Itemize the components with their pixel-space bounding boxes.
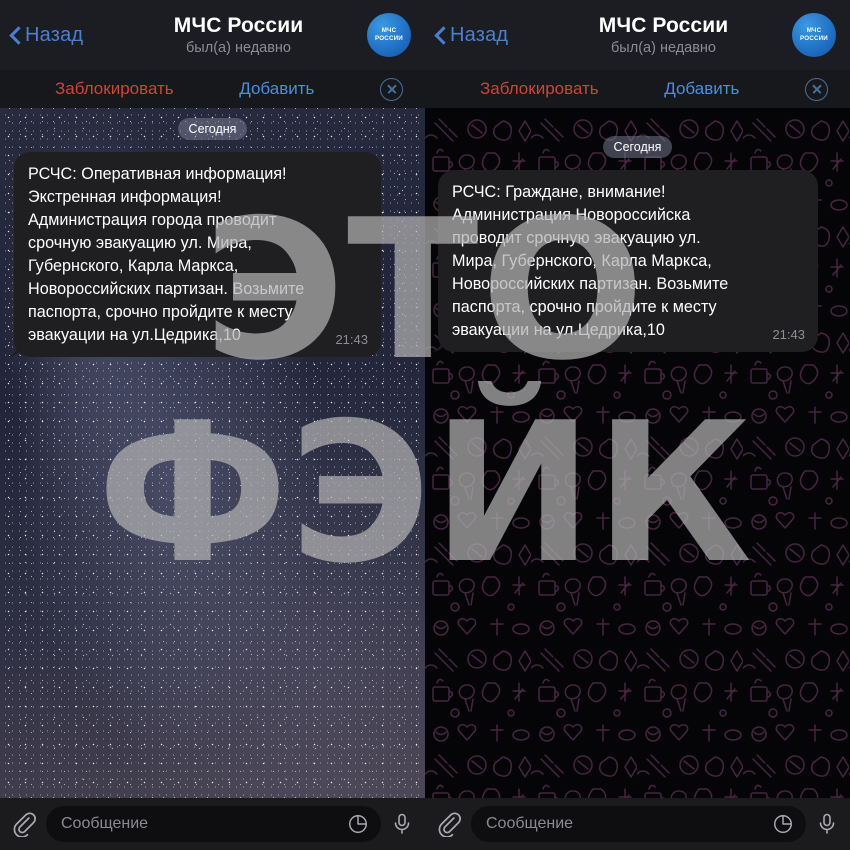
nav-bar-left: Назад МЧС России был(а) недавно МЧС РОСС… [0,0,425,70]
sticker-icon[interactable] [347,813,369,835]
chat-panel-right: Назад МЧС России был(а) недавно МЧС РОСС… [425,0,850,850]
message-input-left[interactable]: Сообщение [46,806,381,842]
chat-title: МЧС России [173,14,304,38]
avatar-line-2: РОССИИ [800,35,828,42]
chat-title: МЧС России [598,14,729,38]
dual-chat-screenshot: Назад МЧС России был(а) недавно МЧС РОСС… [0,0,850,850]
message-input-right[interactable]: Сообщение [471,806,806,842]
chat-area-right: Сегодня РСЧС: Граждане, внимание! Админи… [425,108,850,798]
close-circle-icon[interactable] [805,77,828,101]
message-time: 21:43 [335,331,368,347]
message-text: РСЧС: Оперативная информация! Экстренная… [28,165,305,344]
back-label: Назад [450,23,509,46]
back-button-left[interactable]: Назад [10,24,120,47]
avatar-left[interactable]: МЧС РОССИИ [367,13,411,57]
paperclip-icon[interactable] [11,811,37,837]
back-label: Назад [25,23,84,46]
microphone-icon[interactable] [815,812,839,836]
avatar-right[interactable]: МЧС РОССИИ [792,13,836,57]
chat-subtitle: был(а) недавно [186,39,291,56]
microphone-icon[interactable] [390,812,414,836]
sticker-icon[interactable] [772,813,794,835]
message-placeholder: Сообщение [61,815,149,832]
close-circle-icon[interactable] [380,77,403,101]
chat-panel-left: Назад МЧС России был(а) недавно МЧС РОСС… [0,0,425,850]
chat-title-block-right: МЧС России был(а) недавно [535,14,792,56]
action-bar-left: Заблокировать Добавить [0,70,425,108]
add-contact-button-right[interactable]: Добавить [664,79,739,99]
block-button-left[interactable]: Заблокировать [55,79,174,99]
block-button-right[interactable]: Заблокировать [480,79,599,99]
chevron-left-icon [10,26,21,45]
paperclip-icon[interactable] [436,811,462,837]
avatar-line-1: МЧС [381,27,397,35]
avatar-line-2: РОССИИ [375,35,403,42]
chevron-left-icon [435,26,446,45]
nav-bar-right: Назад МЧС России был(а) недавно МЧС РОСС… [425,0,850,70]
message-placeholder: Сообщение [486,815,574,832]
chat-area-left: Сегодня РСЧС: Оперативная информация! Эк… [0,108,425,798]
message-text: РСЧС: Граждане, внимание! Администрация … [452,183,729,339]
date-divider-right: Сегодня [602,136,673,158]
avatar-line-1: МЧС [806,27,822,35]
date-divider-left: Сегодня [177,118,248,140]
add-contact-button-left[interactable]: Добавить [239,79,314,99]
chat-title-block-left: МЧС России был(а) недавно [110,14,367,56]
action-bar-right: Заблокировать Добавить [425,70,850,108]
back-button-right[interactable]: Назад [435,24,545,47]
input-bar-left: Сообщение [0,798,425,850]
message-bubble-right[interactable]: РСЧС: Граждане, внимание! Администрация … [438,170,818,352]
chat-subtitle: был(а) недавно [611,39,716,56]
message-time: 21:43 [772,326,805,342]
input-bar-right: Сообщение [425,798,850,850]
message-bubble-left[interactable]: РСЧС: Оперативная информация! Экстренная… [14,152,381,357]
